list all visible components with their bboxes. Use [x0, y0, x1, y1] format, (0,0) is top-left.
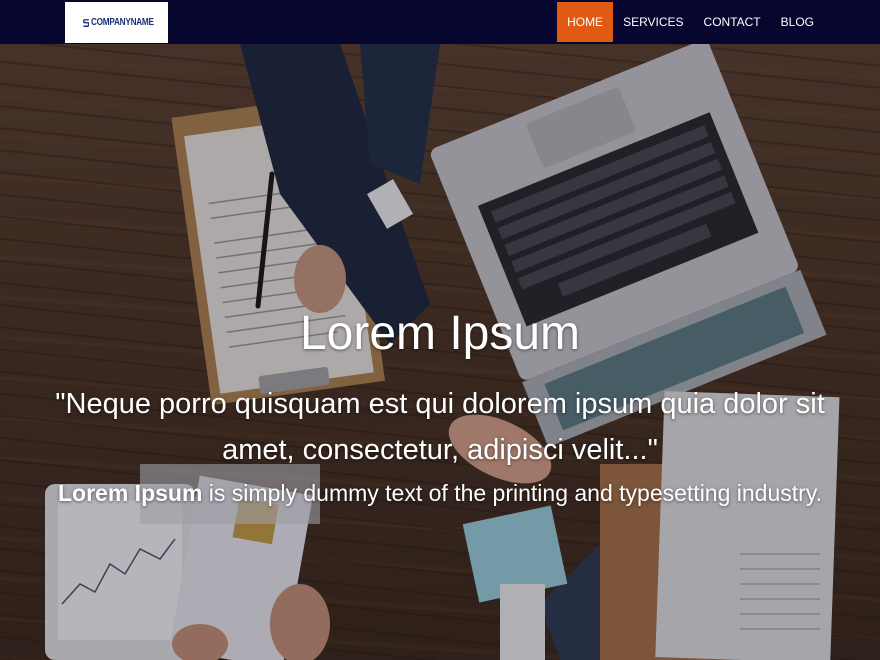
hero-description: Lorem Ipsum is simply dummy text of the … — [0, 480, 880, 507]
hero-description-bold: Lorem Ipsum — [58, 480, 203, 506]
hero-title: Lorem Ipsum — [299, 307, 581, 360]
navbar: COMPANYNAME HOME SERVICES CONTACT BLOG — [0, 0, 880, 44]
hero-section: Lorem Ipsum "Neque porro quisquam est qu… — [0, 44, 880, 660]
nav-services[interactable]: SERVICES — [613, 2, 693, 42]
hero-quote: "Neque porro quisquam est qui dolorem ip… — [55, 388, 825, 466]
hero-description-text: is simply dummy text of the printing and… — [202, 480, 822, 506]
nav-blog[interactable]: BLOG — [771, 2, 824, 42]
company-name: COMPANYNAME — [91, 17, 155, 28]
s-logo-icon — [83, 18, 90, 27]
nav-contact[interactable]: CONTACT — [694, 2, 771, 42]
nav-home[interactable]: HOME — [557, 2, 614, 42]
company-logo[interactable]: COMPANYNAME — [65, 2, 168, 43]
main-nav: HOME SERVICES CONTACT BLOG — [557, 2, 824, 42]
